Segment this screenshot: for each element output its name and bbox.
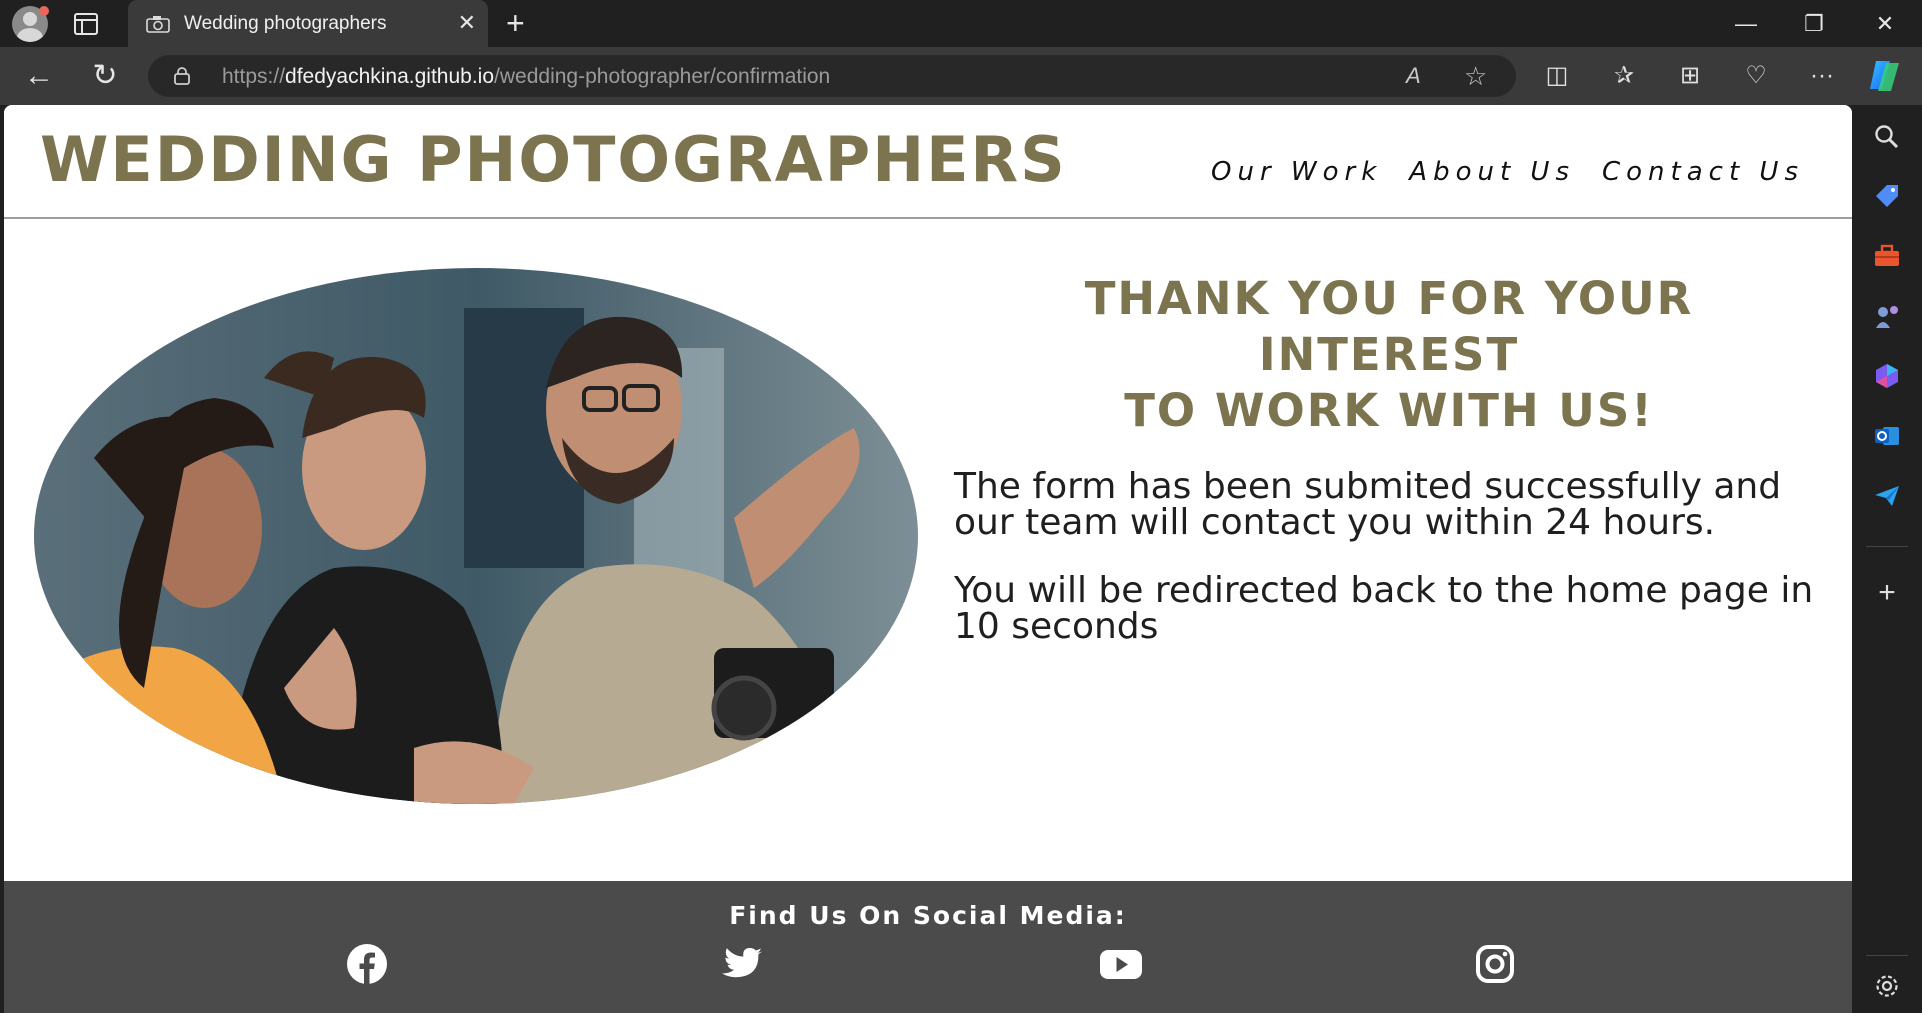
favorites-icon[interactable]: ✰ [1606,59,1642,93]
collections-icon[interactable]: ⊞ [1672,59,1708,93]
browser-essentials-icon[interactable]: ♡ [1738,59,1774,93]
back-button[interactable]: ← [22,60,56,94]
camera-icon [146,16,170,33]
nav-about-us[interactable]: About Us [1409,157,1575,187]
url-prefix: https:// [222,65,286,88]
send-icon[interactable] [1872,481,1902,511]
close-window-button[interactable]: ✕ [1848,0,1922,47]
url-domain: dfedyachkina.github.io [285,65,495,88]
add-sidebar-icon[interactable]: + [1872,576,1902,609]
photographers-photo [34,268,918,804]
notification-dot [39,6,49,16]
read-aloud-icon[interactable]: A [1406,64,1421,88]
settings-gear-icon[interactable] [1872,971,1902,1001]
sidebar-divider [1866,546,1908,547]
twitter-icon[interactable] [722,943,764,985]
thank-you-heading: THANK YOU FOR YOUR INTEREST TO WORK WITH… [954,271,1824,439]
more-options-icon[interactable]: ··· [1804,59,1840,93]
submission-success-text: The form has been submited successfully … [954,466,1782,543]
browser-sidebar: + [1852,105,1922,1013]
url-path: /wedding-photographer/confirmation [494,65,831,88]
site-logo[interactable]: WEDDING PHOTOGRAPHERS [40,123,1067,196]
new-tab-button[interactable]: + [506,6,525,40]
instagram-icon[interactable] [1474,943,1516,985]
tools-icon[interactable] [1872,241,1902,271]
tab-title: Wedding photographers [184,13,387,34]
tab-actions-icon[interactable] [74,13,98,35]
browser-toolbar: ← ↻ https://dfedyachkina.github.io/weddi… [0,47,1922,105]
redirect-notice-text: You will be redirected back to the home … [954,570,1814,647]
facebook-icon[interactable] [346,943,388,985]
microsoft-365-icon[interactable] [1872,361,1902,391]
heading-line-1: THANK YOU FOR YOUR INTEREST [1084,272,1694,381]
nav-contact-us[interactable]: Contact Us [1602,157,1804,187]
lock-icon[interactable] [174,67,190,85]
social-media-title: Find Us On Social Media: [729,901,1127,930]
address-bar[interactable]: https://dfedyachkina.github.io/wedding-p… [148,55,1516,97]
nav-our-work[interactable]: Our Work [1211,157,1382,187]
browser-tab[interactable]: Wedding photographers ✕ [128,0,488,47]
confirmation-message: THANK YOU FOR YOUR INTEREST TO WORK WITH… [954,271,1824,645]
copilot-icon[interactable] [1866,57,1904,93]
restore-button[interactable]: ❐ [1780,0,1848,47]
shopping-tag-icon[interactable] [1872,181,1902,211]
search-icon[interactable] [1872,122,1902,152]
sidebar-divider-bottom [1866,955,1908,956]
main-nav: Our Work About Us Contact Us [1211,157,1804,187]
site-footer: Find Us On Social Media: [4,881,1852,1013]
youtube-icon[interactable] [1098,943,1144,985]
games-icon[interactable] [1872,301,1902,331]
favorite-star-icon[interactable]: ☆ [1464,63,1487,89]
photographers-illustration [34,268,918,804]
outlook-icon[interactable] [1872,421,1902,451]
url-text[interactable]: https://dfedyachkina.github.io/wedding-p… [222,65,830,89]
heading-line-2: TO WORK WITH US! [1124,384,1654,437]
browser-titlebar: Wedding photographers ✕ + — ❐ ✕ [0,0,1922,47]
minimize-button[interactable]: — [1712,0,1780,47]
site-header: WEDDING PHOTOGRAPHERS Our Work About Us … [4,105,1852,219]
tab-close-icon[interactable]: ✕ [458,11,476,35]
refresh-button[interactable]: ↻ [88,60,122,94]
split-screen-icon[interactable]: ◫ [1539,59,1575,93]
page-viewport: WEDDING PHOTOGRAPHERS Our Work About Us … [4,105,1852,1013]
